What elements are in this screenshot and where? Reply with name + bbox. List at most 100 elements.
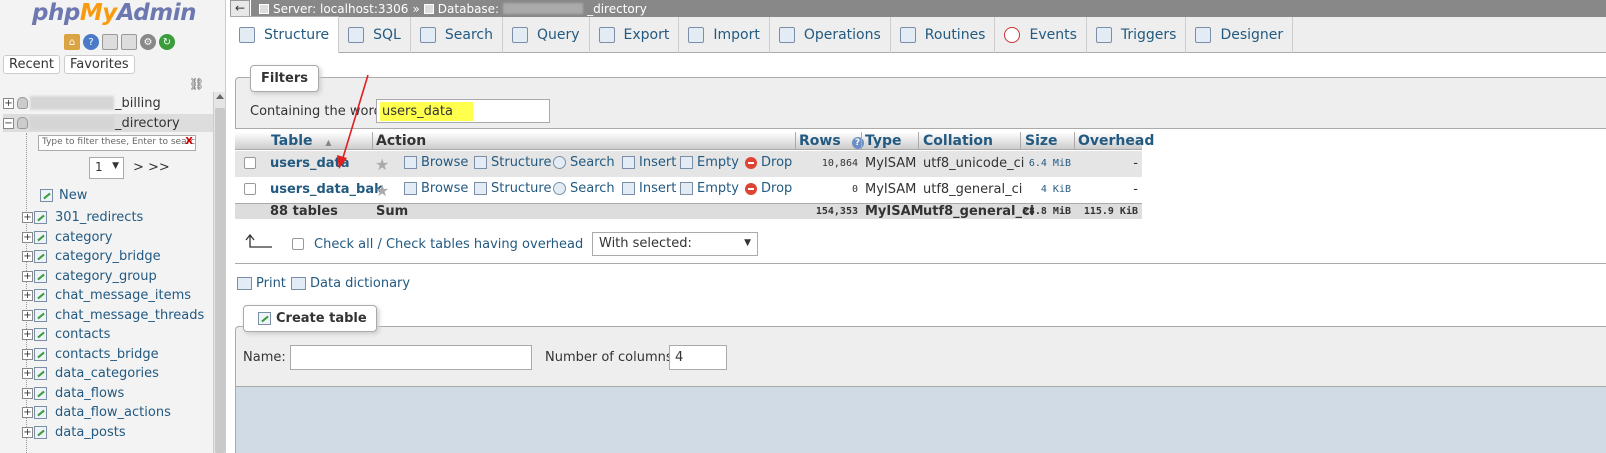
expand-icon[interactable]: + — [22, 231, 33, 243]
nav-table-item[interactable]: + category_bridge — [22, 247, 161, 265]
settings-gear-icon[interactable]: ⚙ — [140, 34, 156, 50]
page-select[interactable]: 1 ▼ — [89, 157, 124, 179]
col-table-header[interactable]: Table ▲ — [271, 132, 332, 150]
check-all-link[interactable]: Check all / Check tables having overhead — [314, 237, 583, 252]
clock-icon — [1004, 27, 1021, 43]
expand-icon[interactable]: + — [22, 309, 33, 321]
scroll-thumb[interactable] — [215, 108, 225, 453]
tab-events[interactable]: Events — [995, 17, 1087, 53]
check-all-checkbox[interactable] — [292, 238, 304, 250]
columns-count-input[interactable]: 4 — [669, 345, 727, 370]
phpmyadmin-logo[interactable]: phpMyAdmin — [32, 0, 196, 26]
sql-docs-icon[interactable] — [121, 34, 137, 50]
expand-icon[interactable]: + — [22, 348, 33, 360]
nav-table-item[interactable]: + category_group — [22, 267, 157, 285]
db-billing[interactable]: + _billing — [3, 94, 161, 112]
help-icon[interactable]: ? — [83, 34, 99, 50]
expand-icon[interactable]: + — [22, 406, 33, 418]
collapse-icon[interactable]: − — [3, 117, 14, 129]
tab-export[interactable]: Export — [590, 17, 680, 53]
breadcrumb-database[interactable]: _directory — [587, 1, 647, 17]
expand-icon[interactable]: + — [22, 289, 33, 301]
nav-table-item[interactable]: +301_redirects — [22, 208, 143, 226]
nav-scrollbar[interactable] — [213, 92, 225, 453]
filter-word-input[interactable]: users_data — [376, 99, 550, 123]
structure-link[interactable]: Structure — [474, 155, 551, 170]
tab-import[interactable]: Import — [679, 17, 770, 53]
link-icon[interactable]: ⛓ — [189, 77, 204, 91]
tab-query[interactable]: Query — [503, 17, 590, 53]
col-type-header[interactable]: Type — [865, 132, 902, 150]
empty-link[interactable]: Empty — [680, 155, 739, 170]
table-size[interactable]: 6.4 MiB — [1022, 158, 1071, 169]
empty-link[interactable]: Empty — [680, 181, 739, 196]
expand-icon[interactable]: + — [22, 387, 33, 399]
table-size[interactable]: 4 KiB — [1022, 184, 1071, 195]
nav-table-item[interactable]: + data_categories — [22, 364, 159, 382]
breadcrumb-database-label[interactable]: Database: — [438, 1, 499, 17]
browse-link[interactable]: Browse — [404, 181, 468, 196]
favorite-star-icon[interactable]: ★ — [375, 155, 389, 174]
nav-table-item[interactable]: + chat_message_items — [22, 286, 191, 304]
tab-routines[interactable]: Routines — [891, 17, 996, 53]
search-link[interactable]: Search — [553, 155, 615, 170]
nav-table-item[interactable]: + contacts — [22, 325, 110, 343]
drop-link[interactable]: Drop — [745, 181, 792, 196]
favorites-tab[interactable]: Favorites — [63, 55, 135, 74]
expand-icon[interactable]: + — [22, 211, 33, 223]
browse-link[interactable]: Browse — [404, 155, 468, 170]
reload-icon[interactable]: ↻ — [159, 34, 175, 50]
favorite-star-icon[interactable]: ★ — [375, 181, 389, 200]
row-checkbox[interactable] — [244, 157, 256, 169]
clear-filter-icon[interactable]: X — [185, 136, 193, 147]
with-selected-dropdown[interactable]: With selected: ▼ — [592, 232, 758, 256]
table-name-link[interactable]: users_data_bak — [270, 182, 383, 197]
nav-table-item[interactable]: + data_flow_actions — [22, 403, 171, 421]
nav-table-item[interactable]: + category — [22, 228, 112, 246]
filters-legend: Filters — [250, 65, 319, 92]
nav-table-item[interactable]: + chat_message_threads — [22, 306, 204, 324]
nav-table-item[interactable]: + data_posts — [22, 423, 126, 441]
page-next-link[interactable]: > >> — [133, 160, 170, 175]
collapse-nav-button[interactable]: ← — [230, 0, 250, 17]
nav-table-item[interactable]: + data_flows — [22, 384, 124, 402]
expand-icon[interactable]: + — [22, 270, 33, 282]
row-count: 0 — [851, 184, 858, 195]
docs-icon[interactable] — [102, 34, 118, 50]
expand-icon[interactable]: + — [22, 328, 33, 340]
tab-designer[interactable]: Designer — [1186, 17, 1294, 53]
col-overhead-header[interactable]: Overhead — [1078, 132, 1154, 150]
table-name-input[interactable] — [290, 345, 532, 370]
col-rows-header[interactable]: Rows ? — [799, 132, 864, 150]
col-collation-header[interactable]: Collation — [923, 132, 993, 150]
table-icon — [34, 425, 47, 439]
expand-icon[interactable]: + — [22, 367, 33, 379]
tab-operations[interactable]: Operations — [770, 17, 891, 53]
tab-sql[interactable]: SQL — [339, 17, 411, 53]
expand-icon[interactable]: + — [22, 426, 33, 438]
db-directory[interactable]: − _directory — [3, 114, 213, 132]
search-link[interactable]: Search — [553, 181, 615, 196]
scroll-up-icon[interactable] — [216, 94, 224, 99]
row-checkbox[interactable] — [244, 183, 256, 195]
nav-table-item[interactable]: + contacts_bridge — [22, 345, 159, 363]
structure-icon — [474, 156, 487, 169]
insert-link[interactable]: Insert — [622, 155, 676, 170]
tab-triggers[interactable]: Triggers — [1087, 17, 1187, 53]
data-dictionary-link[interactable]: Data dictionary — [291, 276, 410, 291]
nav-filter-input[interactable]: Type to filter these, Enter to search al… — [38, 135, 196, 151]
tab-search[interactable]: Search — [411, 17, 503, 53]
breadcrumb-server[interactable]: Server: localhost:3306 — [273, 1, 408, 17]
structure-link[interactable]: Structure — [474, 181, 551, 196]
search-icon — [553, 182, 566, 195]
expand-icon[interactable]: + — [22, 250, 33, 262]
drop-link[interactable]: Drop — [745, 155, 792, 170]
col-size-header[interactable]: Size — [1025, 132, 1058, 150]
new-table-link[interactable]: New — [40, 188, 87, 203]
expand-icon[interactable]: + — [3, 97, 14, 109]
home-icon[interactable]: ⌂ — [64, 34, 80, 50]
insert-link[interactable]: Insert — [622, 181, 676, 196]
recent-tab[interactable]: Recent — [3, 55, 60, 74]
tab-structure[interactable]: Structure — [230, 16, 340, 53]
print-link[interactable]: Print — [237, 276, 286, 291]
